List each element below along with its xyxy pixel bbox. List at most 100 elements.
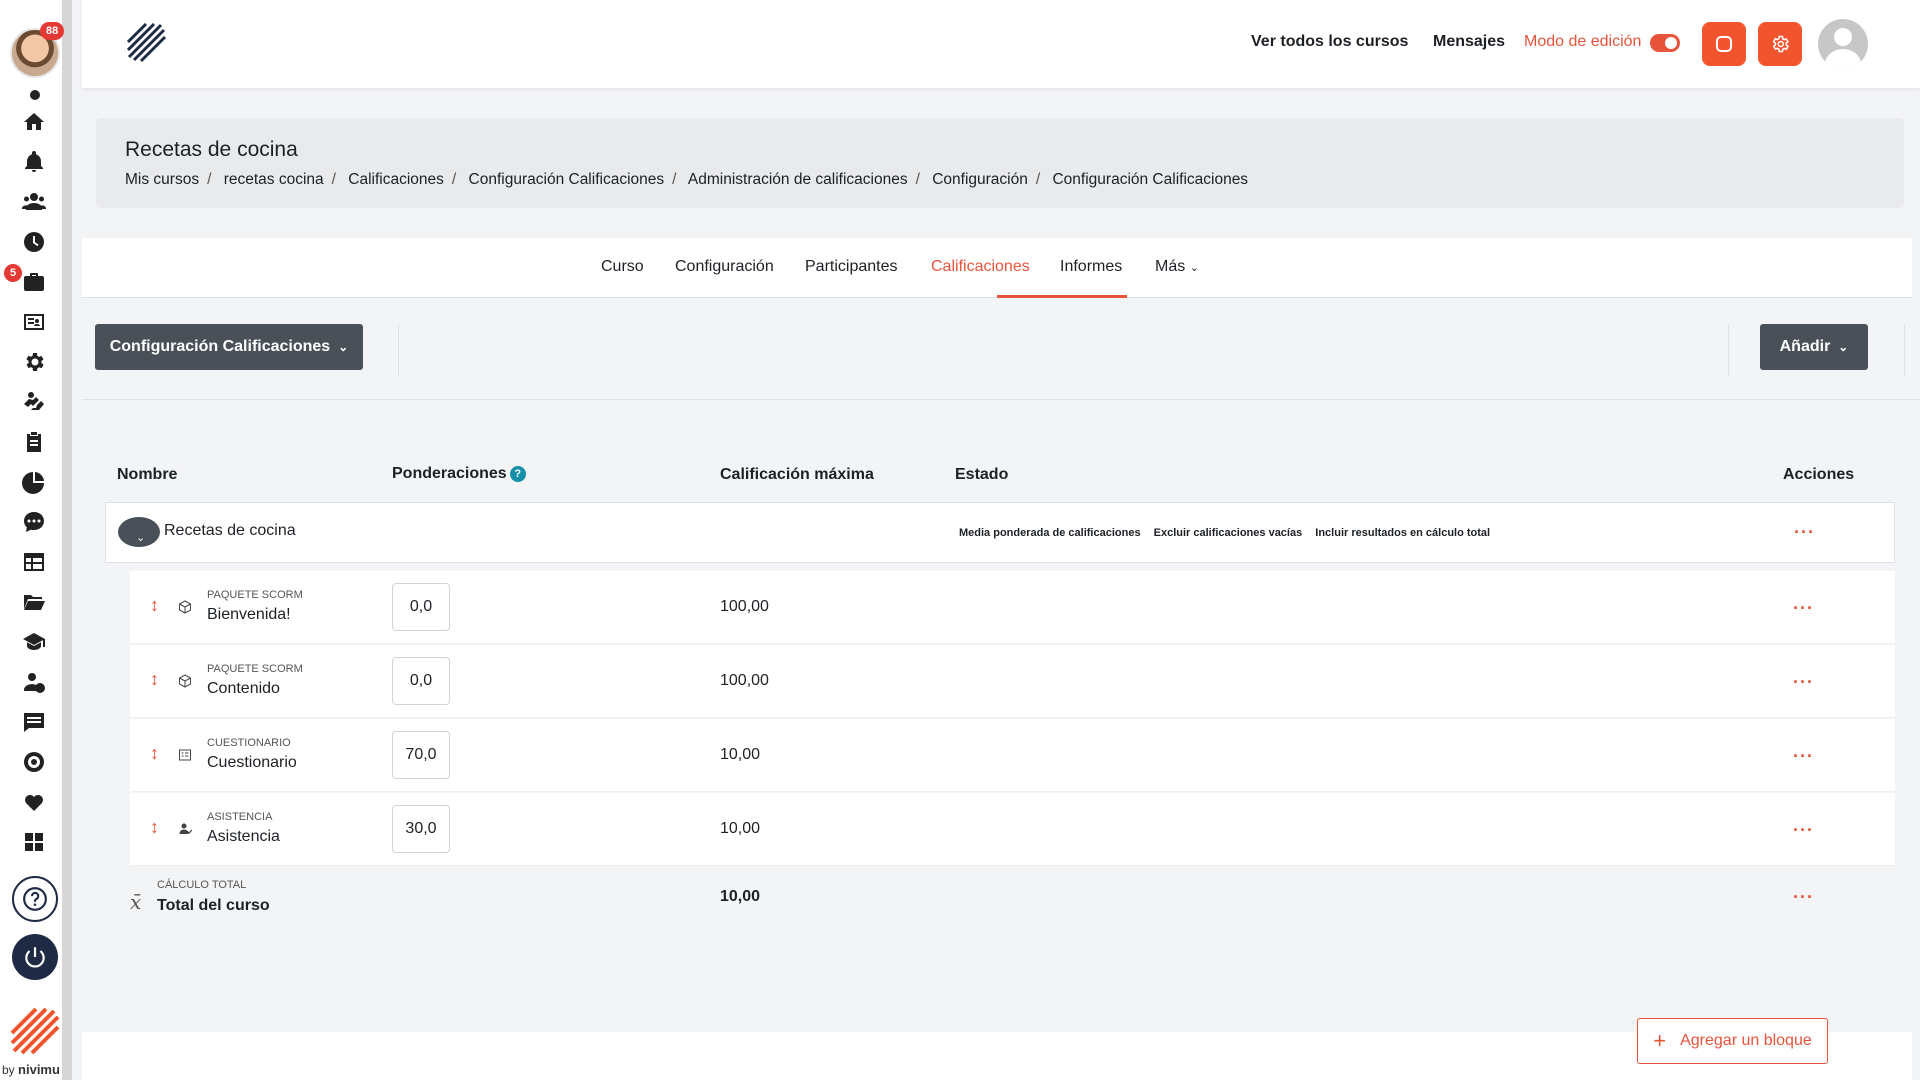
weight-input[interactable]: 70,0 xyxy=(392,731,450,779)
divider xyxy=(398,324,399,376)
status-tag: Incluir resultados en cálculo total xyxy=(1315,527,1491,539)
top-navbar: Ver todos los cursos Mensajes Modo de ed… xyxy=(82,0,1920,88)
breadcrumb-item[interactable]: recetas cocina xyxy=(224,171,324,188)
brand-logo-icon xyxy=(10,1007,60,1055)
category-actions-menu[interactable]: ··· xyxy=(1794,523,1815,541)
col-header-weights: Ponderaciones? xyxy=(392,465,526,483)
grade-item-row: ↕ CUESTIONARIO Cuestionario 70,0 10,00 ·… xyxy=(130,719,1895,792)
square-action-button[interactable] xyxy=(1702,22,1746,66)
user-dollar-icon[interactable] xyxy=(20,668,48,696)
add-block-button[interactable]: + Agregar un bloque xyxy=(1637,1018,1828,1064)
course-total-row: x̄ CÁLCULO TOTAL Total del curso 10,00 ·… xyxy=(130,870,1895,930)
weight-input[interactable]: 0,0 xyxy=(392,583,450,631)
grade-settings-select[interactable]: Configuración Calificaciones ⌄ xyxy=(95,324,363,370)
all-courses-link[interactable]: Ver todos los cursos xyxy=(1251,33,1408,51)
briefcase-icon[interactable] xyxy=(20,268,48,296)
grid-icon[interactable] xyxy=(20,828,48,856)
item-name[interactable]: Asistencia xyxy=(207,828,280,846)
quiz-icon xyxy=(179,749,191,761)
move-icon[interactable]: ↕ xyxy=(150,595,159,616)
power-icon xyxy=(25,947,45,968)
total-actions-menu[interactable]: ··· xyxy=(1793,888,1814,906)
move-icon[interactable]: ↕ xyxy=(150,669,159,690)
user-avatar[interactable]: 88 xyxy=(10,22,65,78)
id-card-icon[interactable] xyxy=(20,308,48,336)
tab-mas[interactable]: Más ⌄ xyxy=(1155,258,1199,276)
pie-chart-icon[interactable] xyxy=(20,468,48,496)
move-icon[interactable]: ↕ xyxy=(150,817,159,838)
add-button[interactable]: Añadir ⌄ xyxy=(1760,324,1868,370)
breadcrumb-item[interactable]: Configuración Calificaciones xyxy=(469,171,665,188)
calendar-table-icon[interactable] xyxy=(20,548,48,576)
total-name: Total del curso xyxy=(157,897,270,914)
col-header-name: Nombre xyxy=(117,466,178,483)
breadcrumb-item[interactable]: Mis cursos xyxy=(125,171,199,188)
tab-participantes[interactable]: Participantes xyxy=(805,258,898,276)
breadcrumb-item[interactable]: Calificaciones xyxy=(348,171,444,188)
bell-icon[interactable] xyxy=(20,148,48,176)
logout-button[interactable] xyxy=(12,934,58,980)
breadcrumb-item[interactable]: Configuración Calificaciones xyxy=(1052,171,1248,188)
handshake-money-icon[interactable] xyxy=(20,388,48,416)
total-type: CÁLCULO TOTAL xyxy=(157,879,247,891)
help-icon[interactable]: ? xyxy=(509,465,526,482)
edit-mode-toggle[interactable] xyxy=(1650,34,1680,52)
gear-icon[interactable] xyxy=(20,348,48,376)
max-grade: 10,00 xyxy=(720,746,761,763)
status-dot xyxy=(30,90,40,100)
col-header-status: Estado xyxy=(955,466,1009,483)
clipboard-icon[interactable] xyxy=(20,428,48,456)
max-grade: 100,00 xyxy=(720,672,769,689)
site-logo-icon[interactable] xyxy=(126,22,168,64)
users-icon[interactable] xyxy=(20,188,48,216)
grade-item-row: ↕ PAQUETE SCORM Contenido 0,0 100,00 ··· xyxy=(130,645,1895,718)
heart-hands-icon[interactable] xyxy=(20,788,48,816)
item-name[interactable]: Bienvenida! xyxy=(207,606,291,624)
item-name[interactable]: Cuestionario xyxy=(207,754,297,772)
clock-icon[interactable] xyxy=(20,228,48,256)
plus-icon: + xyxy=(1653,1028,1667,1053)
grade-action-bar: Configuración Calificaciones ⌄ Añadir ⌄ xyxy=(82,298,1920,400)
weight-input[interactable]: 30,0 xyxy=(392,805,450,853)
breadcrumb-item[interactable]: Administración de calificaciones xyxy=(688,171,908,188)
max-grade: 100,00 xyxy=(720,598,769,615)
item-name[interactable]: Contenido xyxy=(207,680,280,698)
item-type: ASISTENCIA xyxy=(207,811,273,823)
message-list-icon[interactable] xyxy=(20,708,48,736)
tab-calificaciones[interactable]: Calificaciones xyxy=(931,258,1030,276)
divider xyxy=(1904,324,1905,376)
item-actions-menu[interactable]: ··· xyxy=(1793,673,1814,691)
status-tag: Media ponderada de calificaciones xyxy=(959,527,1141,539)
category-status-tags: Media ponderada de calificaciones Exclui… xyxy=(959,527,1500,539)
home-icon[interactable] xyxy=(20,108,48,136)
user-menu-avatar[interactable] xyxy=(1818,19,1868,69)
left-rail: 88 5 by nivimu xyxy=(0,0,72,1080)
item-actions-menu[interactable]: ··· xyxy=(1793,821,1814,839)
move-icon[interactable]: ↕ xyxy=(150,743,159,764)
page-header: Recetas de cocina Mis cursos / recetas co… xyxy=(96,118,1904,208)
collapse-category-button[interactable]: ⌄ xyxy=(118,517,160,547)
edit-mode-label: Modo de edición xyxy=(1524,33,1642,50)
settings-button[interactable] xyxy=(1758,22,1802,66)
divider xyxy=(1728,324,1729,376)
notification-count-badge: 88 xyxy=(40,22,65,40)
grade-settings-select-label: Configuración Calificaciones xyxy=(109,338,331,355)
item-actions-menu[interactable]: ··· xyxy=(1793,747,1814,765)
chevron-down-icon: ⌄ xyxy=(338,340,349,354)
nivimu-brand: nivimu xyxy=(18,1062,60,1077)
tab-informes[interactable]: Informes xyxy=(1060,258,1122,276)
breadcrumb-item[interactable]: Configuración xyxy=(932,171,1028,188)
tab-curso[interactable]: Curso xyxy=(601,258,644,276)
target-icon[interactable] xyxy=(20,748,48,776)
messages-link[interactable]: Mensajes xyxy=(1433,33,1505,51)
add-button-label: Añadir xyxy=(1779,338,1831,355)
chat-icon[interactable] xyxy=(20,508,48,536)
graduation-cap-icon[interactable] xyxy=(20,628,48,656)
folder-icon[interactable] xyxy=(20,588,48,616)
weight-input[interactable]: 0,0 xyxy=(392,657,450,705)
question-icon xyxy=(23,887,47,911)
item-actions-menu[interactable]: ··· xyxy=(1793,599,1814,617)
tab-configuracion[interactable]: Configuración xyxy=(675,258,774,276)
grade-item-row: ↕ PAQUETE SCORM Bienvenida! 0,0 100,00 ·… xyxy=(130,571,1895,644)
help-button[interactable] xyxy=(12,876,58,922)
